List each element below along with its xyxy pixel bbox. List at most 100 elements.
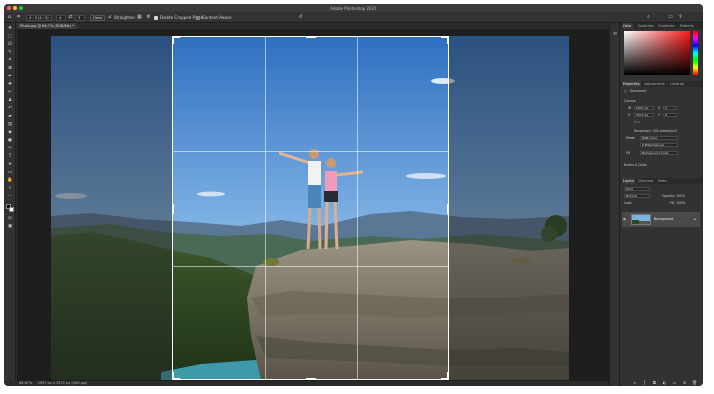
tab-gradients[interactable]: Gradients xyxy=(658,23,674,29)
crop-box[interactable] xyxy=(172,36,449,380)
canvas-height-field[interactable]: 3572 px xyxy=(634,113,654,117)
share-icon[interactable]: ⇪ xyxy=(678,15,683,20)
tab-layers[interactable]: Layers xyxy=(622,178,635,184)
settings-gear-icon[interactable]: ⚙ xyxy=(146,15,151,20)
home-icon[interactable]: ⌂ xyxy=(7,15,12,20)
content-aware-checkbox[interactable] xyxy=(196,15,200,20)
width-label: W xyxy=(628,106,632,110)
workspace-icon[interactable]: ▭ xyxy=(668,15,673,20)
crop-handle-bottom-left-v[interactable] xyxy=(172,372,174,380)
hue-slider[interactable] xyxy=(693,31,698,75)
eraser-tool-icon[interactable]: ▰ xyxy=(7,114,13,119)
canvas-section-title[interactable]: Canvas xyxy=(624,99,636,103)
tab-adjustments[interactable]: Adjustments xyxy=(644,81,665,87)
more-tools-icon[interactable]: ⋯ xyxy=(7,194,13,199)
crop-tool-icon-active[interactable]: ⌗ xyxy=(7,58,13,63)
background-color-swatch[interactable] xyxy=(9,207,14,212)
layer-thumbnail xyxy=(631,214,651,225)
overlay-icon[interactable]: ▦ xyxy=(137,15,142,20)
lasso-tool-icon[interactable]: ᘏ xyxy=(7,42,13,47)
path-select-tool-icon[interactable]: ➤ xyxy=(7,162,13,167)
crop-handle-bottom-right-v[interactable] xyxy=(447,372,449,380)
history-brush-tool-icon[interactable]: ↶ xyxy=(7,106,13,111)
canvas-x-field[interactable]: 0 xyxy=(663,106,677,110)
hand-tool-icon[interactable]: ✋ xyxy=(7,178,13,183)
move-tool-icon[interactable]: ✥ xyxy=(7,26,13,31)
options-bar: ⌂ ⌗ 4 : 3 (4 : 5) 4 ⇄ 3 Clear ⊿ Straight… xyxy=(4,12,703,23)
canvas-width-field[interactable]: 5997 px xyxy=(634,106,654,110)
quick-select-tool-icon[interactable]: ✎ xyxy=(7,50,13,55)
type-tool-icon[interactable]: T xyxy=(7,154,13,159)
tab-libraries[interactable]: Libraries xyxy=(670,81,684,87)
delete-layer-icon[interactable]: 🗑︎ xyxy=(692,380,697,385)
blur-tool-icon[interactable]: ◆ xyxy=(7,130,13,135)
history-panel-icon[interactable]: ⟲ xyxy=(612,32,618,37)
new-layer-icon[interactable]: ⊞ xyxy=(682,380,687,385)
ratio-dropdown[interactable]: 4 : 3 (4 : 5) xyxy=(26,14,52,21)
brush-tool-icon[interactable]: ✏ xyxy=(7,90,13,95)
search-icon[interactable]: ⌕ xyxy=(646,15,651,20)
canvas-y-field[interactable]: 0 xyxy=(663,113,677,117)
link-layers-icon[interactable]: ∞ xyxy=(632,380,637,385)
reset-icon[interactable]: ↺ xyxy=(298,15,303,20)
zoom-level[interactable]: 66.67% xyxy=(19,381,32,385)
photo-canvas[interactable] xyxy=(51,36,569,380)
healing-tool-icon[interactable]: ✚ xyxy=(7,82,13,87)
screen-mode-icon[interactable]: ▣ xyxy=(7,224,13,229)
crop-handle-bottom-middle[interactable] xyxy=(306,378,316,380)
color-panel-tabs: Color Swatches Gradients Patterns xyxy=(620,23,703,29)
straighten-label[interactable]: Straighten xyxy=(114,14,135,21)
tab-swatches[interactable]: Swatches xyxy=(638,23,654,29)
swap-icon[interactable]: ⇄ xyxy=(68,15,73,20)
tab-patterns[interactable]: Patterns xyxy=(680,23,694,29)
height-label: H xyxy=(628,113,631,117)
bit-depth-dropdown[interactable]: 8 Bits/Channel xyxy=(640,143,678,147)
layer-row-background[interactable]: ◉ Background 🔒︎ xyxy=(622,212,700,227)
layer-name[interactable]: Background xyxy=(654,217,673,221)
crop-handle-top-left-v[interactable] xyxy=(172,36,174,44)
frame-tool-icon[interactable]: ⊠ xyxy=(7,66,13,71)
orientation-icons[interactable]: ▯ ▭ xyxy=(634,120,640,124)
shape-tool-icon[interactable]: ▭ xyxy=(7,170,13,175)
dodge-tool-icon[interactable]: ● xyxy=(7,138,13,143)
tab-paths[interactable]: Paths xyxy=(658,178,667,184)
fill-opacity-field[interactable]: Fill: 100% xyxy=(670,201,685,205)
zoom-tool-icon[interactable]: ⌕ xyxy=(7,186,13,191)
crop-tool-icon[interactable]: ⌗ xyxy=(16,15,21,20)
stamp-tool-icon[interactable]: ♟ xyxy=(7,98,13,103)
new-group-icon[interactable]: ▭ xyxy=(672,380,677,385)
crop-handle-top-middle[interactable] xyxy=(306,36,316,38)
marquee-tool-icon[interactable]: ⬚ xyxy=(7,34,13,39)
content-aware-label[interactable]: Content-Aware xyxy=(202,14,232,21)
clear-button[interactable]: Clear xyxy=(90,14,106,21)
canvas-area[interactable] xyxy=(17,29,609,381)
properties-panel-tabs: Properties Adjustments Libraries xyxy=(620,81,703,87)
ratio-width-field[interactable]: 4 xyxy=(56,14,66,21)
blend-mode-dropdown[interactable]: Normal xyxy=(624,194,650,198)
tab-properties[interactable]: Properties xyxy=(622,81,641,87)
mode-dropdown[interactable]: RGB Color xyxy=(640,136,678,140)
document-icon: ▢ xyxy=(624,89,628,93)
straighten-icon[interactable]: ⊿ xyxy=(107,15,112,20)
gradient-tool-icon[interactable]: ▤ xyxy=(7,122,13,127)
pen-tool-icon[interactable]: ✑ xyxy=(7,146,13,151)
tab-channels[interactable]: Channels xyxy=(638,178,653,184)
crop-handle-left-middle[interactable] xyxy=(172,204,174,214)
eyedropper-tool-icon[interactable]: ✒ xyxy=(7,74,13,79)
adjustment-layer-icon[interactable]: ◐ xyxy=(662,380,667,385)
add-mask-icon[interactable]: ◘ xyxy=(652,380,657,385)
fill-dropdown[interactable]: Background Color xyxy=(640,151,678,155)
status-bar: 66.67% 5997 px x 3572 px (300 ppi) xyxy=(17,381,609,386)
opacity-field[interactable]: Opacity: 100% xyxy=(662,194,685,198)
layer-style-icon[interactable]: ƒ xyxy=(642,380,647,385)
crop-handle-right-middle[interactable] xyxy=(447,204,449,214)
photoshop-window: Adobe Photoshop 2021 ⌂ ⌗ 4 : 3 (4 : 5) 4… xyxy=(4,4,703,386)
color-picker-field[interactable] xyxy=(624,31,690,75)
layer-filter-kind[interactable]: Kind xyxy=(624,187,650,191)
visibility-eye-icon[interactable]: ◉ xyxy=(623,217,626,221)
crop-handle-top-right-v[interactable] xyxy=(447,36,449,44)
quick-mask-icon[interactable]: ◎ xyxy=(7,216,13,221)
ratio-height-field[interactable]: 3 xyxy=(75,14,85,21)
delete-cropped-checkbox[interactable] xyxy=(154,15,158,20)
rulers-grids-section[interactable]: Rulers & Grids xyxy=(624,163,647,167)
